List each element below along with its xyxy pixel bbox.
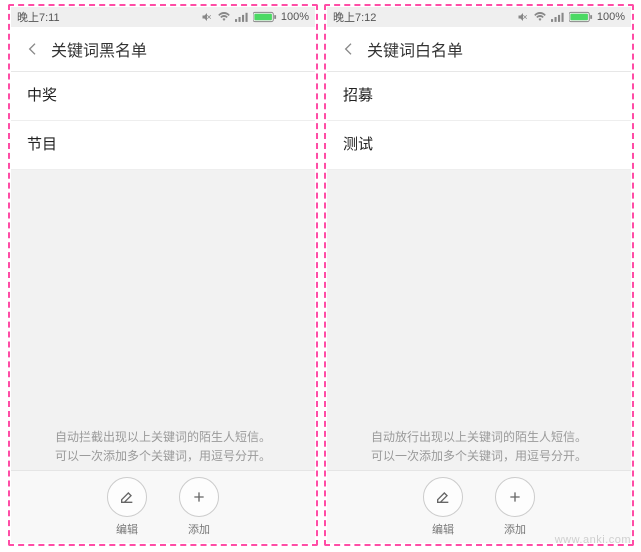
add-button[interactable]: 添加	[179, 477, 219, 537]
hint-line: 自动拦截出现以上关键词的陌生人短信。	[27, 428, 299, 447]
phone-screen: 晚上7:11 100% 关键词黑名单 中奖 节目	[11, 7, 315, 543]
battery-percent: 100%	[281, 11, 309, 23]
add-button[interactable]: 添加	[495, 477, 535, 537]
list-item[interactable]: 节目	[11, 121, 315, 170]
mute-icon	[201, 11, 213, 23]
annotation-box: 晚上7:11 100% 关键词黑名单 中奖 节目	[8, 4, 318, 546]
edit-label: 编辑	[116, 521, 138, 537]
signal-icon	[551, 11, 565, 23]
edit-label: 编辑	[432, 521, 454, 537]
chevron-left-icon	[25, 41, 41, 57]
keyword-list: 中奖 节目	[11, 72, 315, 170]
hint-line: 自动放行出现以上关键词的陌生人短信。	[343, 428, 615, 447]
empty-area	[11, 170, 315, 422]
plus-icon	[191, 489, 207, 505]
battery-icon	[569, 11, 593, 23]
edit-icon	[119, 489, 135, 505]
page-header: 关键词白名单	[327, 27, 631, 72]
wifi-icon	[533, 11, 547, 23]
add-label: 添加	[188, 521, 210, 537]
hint-line: 可以一次添加多个关键词，用逗号分开。	[27, 447, 299, 466]
empty-area	[327, 170, 631, 422]
hint-text: 自动拦截出现以上关键词的陌生人短信。 可以一次添加多个关键词，用逗号分开。	[11, 422, 315, 470]
edit-icon	[435, 489, 451, 505]
canvas: 晚上7:11 100% 关键词黑名单 中奖 节目	[0, 0, 641, 552]
phone-screen: 晚上7:12 100% 关键词白名单 招募 测试	[327, 7, 631, 543]
back-button[interactable]	[337, 41, 361, 57]
edit-button[interactable]: 编辑	[423, 477, 463, 537]
list-item[interactable]: 中奖	[11, 72, 315, 121]
list-item[interactable]: 测试	[327, 121, 631, 170]
status-time: 晚上7:11	[17, 9, 60, 25]
bottom-bar: 编辑 添加	[327, 470, 631, 543]
page-title: 关键词白名单	[367, 37, 463, 61]
add-label: 添加	[504, 521, 526, 537]
status-bar: 晚上7:11 100%	[11, 7, 315, 27]
list-item[interactable]: 招募	[327, 72, 631, 121]
back-button[interactable]	[21, 41, 45, 57]
battery-icon	[253, 11, 277, 23]
keyword-list: 招募 测试	[327, 72, 631, 170]
page-header: 关键词黑名单	[11, 27, 315, 72]
plus-icon	[507, 489, 523, 505]
status-time: 晚上7:12	[333, 9, 376, 25]
hint-text: 自动放行出现以上关键词的陌生人短信。 可以一次添加多个关键词，用逗号分开。	[327, 422, 631, 470]
edit-button[interactable]: 编辑	[107, 477, 147, 537]
bottom-bar: 编辑 添加	[11, 470, 315, 543]
mute-icon	[517, 11, 529, 23]
annotation-box: 晚上7:12 100% 关键词白名单 招募 测试	[324, 4, 634, 546]
chevron-left-icon	[341, 41, 357, 57]
battery-percent: 100%	[597, 11, 625, 23]
signal-icon	[235, 11, 249, 23]
status-bar: 晚上7:12 100%	[327, 7, 631, 27]
hint-line: 可以一次添加多个关键词，用逗号分开。	[343, 447, 615, 466]
wifi-icon	[217, 11, 231, 23]
page-title: 关键词黑名单	[51, 37, 147, 61]
